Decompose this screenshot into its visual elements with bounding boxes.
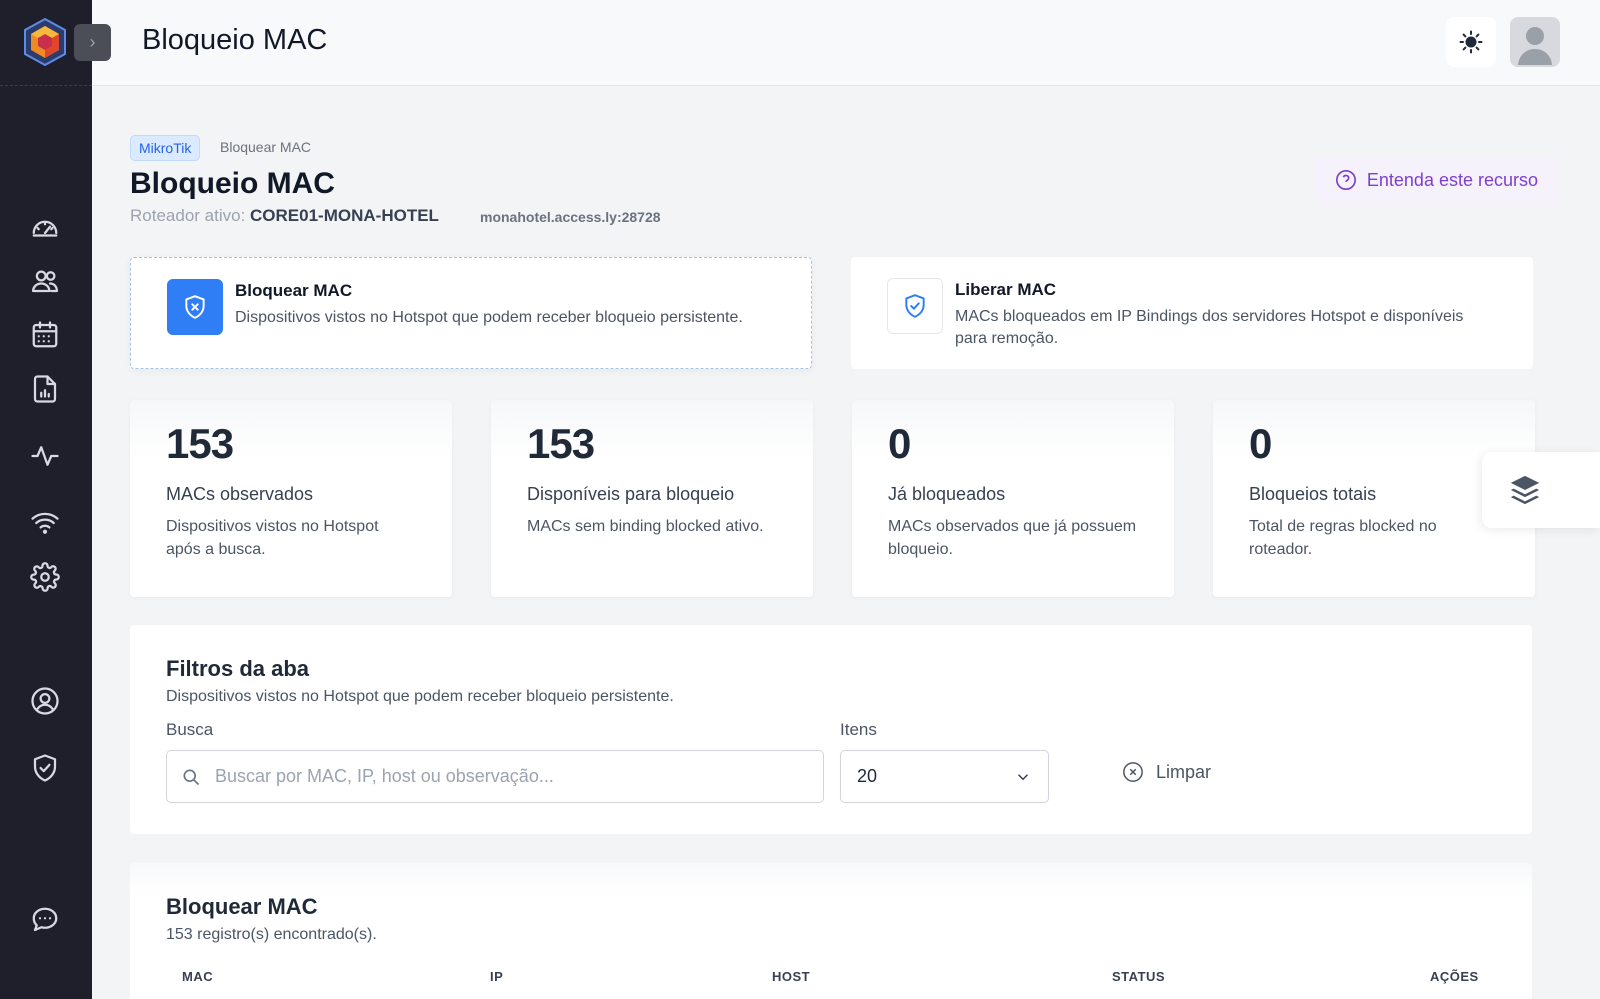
- mode-description: Dispositivos vistos no Hotspot que podem…: [235, 309, 743, 326]
- clear-filters-label: Limpar: [1156, 761, 1212, 782]
- page-title: Bloqueio MAC: [130, 167, 335, 200]
- stat-card-observed: 153 MACs observados Dispositivos vistos …: [130, 400, 452, 597]
- stat-value: 153: [527, 420, 595, 467]
- column-header-status[interactable]: STATUS: [1112, 969, 1165, 984]
- stat-value: 0: [888, 420, 911, 467]
- close-circle-icon: [1123, 762, 1143, 782]
- search-label: Busca: [166, 720, 214, 739]
- search-icon: [183, 769, 200, 785]
- column-header-actions: AÇÕES: [1430, 969, 1479, 984]
- help-button[interactable]: Entenda este recurso: [1312, 155, 1560, 205]
- mode-card-block-mac[interactable]: Bloquear MAC Dispositivos vistos no Hots…: [130, 257, 812, 369]
- nav-calendar[interactable]: [28, 318, 62, 352]
- router-host: monahotel.access.ly:28728: [480, 209, 661, 225]
- sidebar: ›: [0, 0, 111, 999]
- sun-icon: [1459, 30, 1483, 54]
- table-title: Bloquear MAC: [166, 894, 318, 919]
- search-input[interactable]: [215, 766, 815, 787]
- calendar-icon: [32, 321, 58, 348]
- mode-description: MACs bloqueados em IP Bindings dos servi…: [955, 308, 1464, 347]
- column-header-host[interactable]: HOST: [772, 969, 810, 984]
- app-logo[interactable]: [22, 17, 68, 67]
- nav-chat[interactable]: [28, 903, 62, 937]
- mode-title: Bloquear MAC: [235, 281, 353, 300]
- user-circle-icon: [31, 687, 59, 715]
- column-header-ip[interactable]: IP: [490, 969, 503, 984]
- stat-card-available: 153 Disponíveis para bloqueio MACs sem b…: [491, 400, 813, 597]
- column-header-mac[interactable]: MAC: [182, 969, 213, 984]
- nav-dashboard[interactable]: [28, 211, 62, 245]
- collapse-sidebar-button[interactable]: ›: [74, 24, 111, 61]
- stat-description: Dispositivos vistos no Hotspot após a bu…: [166, 518, 379, 558]
- stat-label: MACs observados: [166, 484, 314, 504]
- settings-icon: [30, 562, 60, 592]
- stat-label: Bloqueios totais: [1249, 484, 1377, 504]
- chevron-down-icon: [1017, 773, 1029, 780]
- nav-wifi[interactable]: [28, 506, 62, 540]
- main-content: MikroTik Bloquear MAC Bloqueio MAC Rotea…: [92, 87, 1600, 999]
- mode-icon-release: [887, 278, 943, 334]
- theme-toggle-button[interactable]: [1446, 17, 1496, 67]
- activity-icon: [31, 446, 59, 466]
- breadcrumb-badge[interactable]: MikroTik: [130, 135, 201, 161]
- nav-profile[interactable]: [28, 684, 62, 718]
- nav-security[interactable]: [28, 751, 62, 785]
- stat-label: Já bloqueados: [888, 484, 1006, 504]
- clear-filters-button[interactable]: Limpar: [1122, 761, 1211, 783]
- nav-users[interactable]: [28, 264, 62, 298]
- breadcrumb-current: Bloquear MAC: [220, 139, 312, 155]
- layers-float-button[interactable]: [1482, 452, 1600, 528]
- user-avatar-button[interactable]: [1510, 17, 1560, 67]
- header-title: Bloqueio MAC: [142, 24, 328, 56]
- shield-check-icon: [905, 294, 925, 318]
- nav-activity[interactable]: [28, 439, 62, 473]
- stat-card-blocked: 0 Já bloqueados MACs observados que já p…: [852, 400, 1174, 597]
- mode-title: Liberar MAC: [955, 280, 1057, 299]
- stat-value: 153: [166, 420, 234, 467]
- items-label: Itens: [840, 720, 877, 739]
- items-per-page-value: 20: [857, 766, 878, 786]
- shield-check-icon: [33, 754, 57, 782]
- report-icon: [33, 375, 57, 403]
- stat-label: Disponíveis para bloqueio: [527, 484, 735, 504]
- filters-panel: Filtros da aba Dispositivos vistos no Ho…: [130, 625, 1532, 834]
- question-circle-icon: [1335, 170, 1356, 190]
- mode-card-release-mac[interactable]: Liberar MAC MACs bloqueados em IP Bindin…: [851, 257, 1533, 369]
- stat-description: MACs sem binding blocked ativo.: [527, 518, 764, 535]
- help-button-label: Entenda este recurso: [1366, 169, 1538, 190]
- avatar-icon: [1518, 27, 1552, 65]
- router-name: CORE01-MONA-HOTEL: [250, 206, 439, 225]
- table-record-count: 153 registro(s) encontrado(s).: [166, 926, 377, 943]
- dashboard-gauge-icon: [32, 220, 58, 237]
- shield-x-icon: [185, 295, 205, 319]
- search-box: [166, 750, 824, 803]
- layers-icon: [1510, 475, 1540, 505]
- chat-icon: [32, 907, 58, 932]
- nav-reports[interactable]: [28, 372, 62, 406]
- mode-icon-block: [167, 279, 223, 335]
- table-header: MAC IP HOST STATUS AÇÕES: [182, 969, 1482, 999]
- filters-title: Filtros da aba: [166, 656, 310, 681]
- wifi-icon: [31, 512, 59, 534]
- nav-settings[interactable]: [28, 560, 62, 594]
- stat-description: MACs observados que já possuem bloqueio.: [888, 518, 1137, 558]
- chevron-right-icon: ›: [89, 32, 96, 52]
- stat-description: Total de regras blocked no roteador.: [1249, 518, 1437, 558]
- items-per-page-select[interactable]: 20: [840, 750, 1049, 803]
- filters-subtitle: Dispositivos vistos no Hotspot que podem…: [166, 688, 674, 705]
- top-header: Bloqueio MAC: [92, 0, 1600, 86]
- stat-value: 0: [1249, 420, 1272, 467]
- results-table-card: Bloquear MAC 153 registro(s) encontrado(…: [130, 863, 1532, 999]
- active-router-line: Roteador ativo: CORE01-MONA-HOTEL: [130, 206, 439, 226]
- router-label: Roteador ativo:: [130, 206, 246, 225]
- users-icon: [32, 270, 58, 293]
